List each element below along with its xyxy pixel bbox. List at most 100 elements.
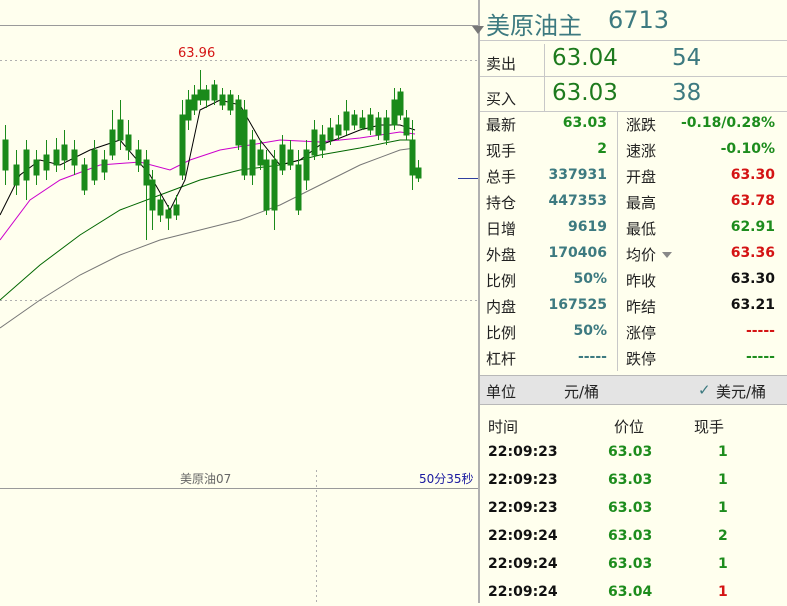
candle-body bbox=[279, 144, 286, 171]
stat-label: 比例 bbox=[486, 324, 517, 342]
chart-canvas[interactable] bbox=[0, 0, 478, 603]
candles-group bbox=[2, 70, 422, 240]
candle-body bbox=[165, 209, 172, 219]
candle-body bbox=[23, 149, 30, 181]
stats-row: 内盘 167525 昨结 63.21 bbox=[480, 293, 787, 319]
candle-body bbox=[219, 94, 226, 106]
unit-cny-option[interactable]: 元/桶 bbox=[564, 381, 599, 402]
candle-body bbox=[415, 167, 422, 179]
tick-qty: 2 bbox=[718, 528, 728, 544]
tick-qty: 1 bbox=[718, 556, 728, 572]
tick-header-price: 价位 bbox=[614, 418, 645, 436]
candle-body bbox=[241, 109, 248, 176]
stat-value: 2 bbox=[597, 141, 607, 157]
tick-price: 63.03 bbox=[608, 556, 653, 572]
stat-value: 50% bbox=[573, 323, 607, 339]
buy-quote-row[interactable]: 买入 63.03 38 bbox=[480, 76, 787, 112]
tick-qty: 1 bbox=[718, 472, 728, 488]
tick-time: 22:09:24 bbox=[488, 528, 558, 544]
candle-body bbox=[43, 154, 50, 171]
sell-quote-row[interactable]: 卖出 63.04 54 bbox=[480, 41, 787, 77]
stat-value: 337931 bbox=[548, 167, 607, 183]
stat-value: ----- bbox=[577, 349, 607, 365]
candle-body bbox=[249, 139, 256, 176]
stat-label: 速涨 bbox=[626, 142, 657, 160]
stat-label: 开盘 bbox=[626, 168, 657, 186]
tick-row[interactable]: 22:09:24 63.04 1 bbox=[480, 578, 787, 606]
candle-body bbox=[143, 159, 150, 186]
tick-header-time: 时间 bbox=[488, 418, 519, 436]
stat-label: 涨停 bbox=[626, 324, 657, 342]
candle-body bbox=[263, 159, 270, 211]
candle-body bbox=[235, 99, 242, 146]
candle-body bbox=[257, 149, 264, 166]
tick-price: 63.04 bbox=[608, 584, 653, 600]
instrument-name: 美原油主 bbox=[486, 12, 582, 40]
buy-volume: 38 bbox=[672, 80, 702, 106]
countdown-label: 50分35秒 bbox=[419, 472, 474, 486]
avg-price-dropdown-icon[interactable] bbox=[662, 252, 672, 258]
candle-body bbox=[33, 159, 40, 176]
candle-body bbox=[203, 89, 210, 101]
tick-qty: 1 bbox=[718, 584, 728, 600]
stats-grid: 最新 63.03 涨跌 -0.18/0.28% 现手 2 速涨 -0.10% 总手 337931 开… bbox=[480, 111, 787, 371]
stat-label: 均价 bbox=[626, 246, 657, 264]
candle-body bbox=[311, 129, 318, 156]
stat-label: 昨结 bbox=[626, 298, 657, 316]
stat-label: 涨跌 bbox=[626, 116, 657, 134]
stat-value: 63.36 bbox=[730, 245, 775, 261]
stat-label: 最低 bbox=[626, 220, 657, 238]
candle-body bbox=[61, 144, 68, 161]
tick-time: 22:09:24 bbox=[488, 584, 558, 600]
stat-label: 跌停 bbox=[626, 350, 657, 368]
unit-usd-option[interactable]: 美元/桶 bbox=[716, 381, 766, 402]
stat-label: 总手 bbox=[486, 168, 517, 186]
stat-value: ----- bbox=[745, 323, 775, 339]
stat-value: 167525 bbox=[548, 297, 607, 313]
stat-value: 63.21 bbox=[730, 297, 775, 313]
stats-row: 比例 50% 昨收 63.30 bbox=[480, 267, 787, 293]
candle-body bbox=[117, 119, 124, 141]
tick-time: 22:09:24 bbox=[488, 556, 558, 572]
stat-value: 63.78 bbox=[730, 193, 775, 209]
stat-value: 63.30 bbox=[730, 271, 775, 287]
candlestick-chart[interactable]: 63.96 美原油07 50分35秒 bbox=[0, 0, 478, 603]
buy-price: 63.03 bbox=[552, 80, 618, 106]
stats-row: 现手 2 速涨 -0.10% bbox=[480, 137, 787, 163]
contract-label: 美原油07 bbox=[180, 472, 232, 486]
tick-time: 22:09:23 bbox=[488, 500, 558, 516]
candle-body bbox=[149, 179, 156, 211]
candle-body bbox=[227, 94, 234, 111]
tick-price: 63.03 bbox=[608, 528, 653, 544]
candle-body bbox=[13, 164, 20, 186]
stat-value: -0.10% bbox=[720, 141, 775, 157]
candle-body bbox=[197, 89, 204, 101]
candle-body bbox=[125, 134, 132, 151]
unit-bar: 单位 元/桶 ✓ 美元/桶 bbox=[480, 375, 787, 405]
stat-label: 内盘 bbox=[486, 298, 517, 316]
candle-body bbox=[375, 117, 382, 136]
candle-body bbox=[2, 139, 9, 171]
candle-body bbox=[383, 117, 390, 141]
stat-label: 最新 bbox=[486, 116, 517, 134]
tick-row[interactable]: 22:09:23 63.03 1 bbox=[480, 466, 787, 494]
tick-row[interactable]: 22:09:24 63.03 1 bbox=[480, 550, 787, 578]
stat-label: 昨收 bbox=[626, 272, 657, 290]
candle-body bbox=[185, 99, 192, 121]
tick-row[interactable]: 22:09:23 63.03 1 bbox=[480, 494, 787, 522]
quote-panel: 美原油主 6713 卖出 63.04 54 买入 63.03 38 最新 63.0… bbox=[472, 0, 787, 606]
tick-row[interactable]: 22:09:23 63.03 1 bbox=[480, 438, 787, 466]
candle-body bbox=[319, 134, 326, 151]
candle-body bbox=[271, 159, 278, 211]
sell-price: 63.04 bbox=[552, 45, 618, 71]
tick-time: 22:09:23 bbox=[488, 444, 558, 460]
stats-row: 持仓 447353 最高 63.78 bbox=[480, 189, 787, 215]
candle-body bbox=[287, 149, 294, 166]
candle-body bbox=[327, 127, 334, 141]
stat-label: 现手 bbox=[486, 142, 517, 160]
stat-label: 最高 bbox=[626, 194, 657, 212]
candle-body bbox=[295, 164, 302, 211]
candle-body bbox=[397, 91, 404, 116]
tick-row[interactable]: 22:09:24 63.03 2 bbox=[480, 522, 787, 550]
stat-value: 62.91 bbox=[730, 219, 775, 235]
